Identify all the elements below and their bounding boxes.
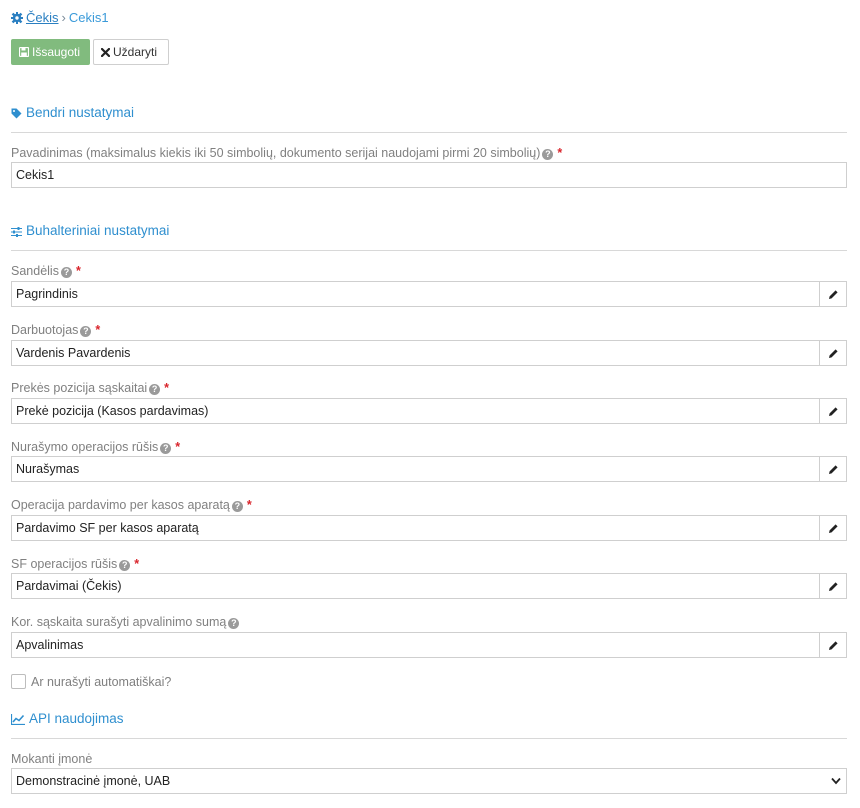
- employee-input[interactable]: Vardenis Pavardenis: [11, 340, 819, 366]
- auto-writeoff-label: Ar nurašyti automatiškai?: [31, 675, 172, 689]
- warehouse-edit-button[interactable]: [819, 281, 847, 307]
- section-accounting: Buhalteriniai nustatymai: [11, 222, 847, 251]
- pencil-icon: [829, 641, 838, 650]
- help-icon[interactable]: ?: [80, 326, 92, 337]
- warehouse-input[interactable]: Pagrindinis: [11, 281, 819, 307]
- writeoff-type-edit-button[interactable]: [819, 456, 847, 482]
- help-icon[interactable]: ?: [60, 267, 72, 278]
- sale-operation-edit-button[interactable]: [819, 515, 847, 541]
- invoice-type-edit-button[interactable]: [819, 573, 847, 599]
- required-mark: *: [134, 557, 140, 571]
- pencil-icon: [829, 407, 838, 416]
- warehouse-label: Sandėlis? *: [11, 264, 81, 278]
- sale-operation-input[interactable]: Pardavimo SF per kasos aparatą: [11, 515, 819, 541]
- employee-edit-button[interactable]: [819, 340, 847, 366]
- section-general: Bendri nustatymai: [11, 104, 847, 133]
- required-mark: *: [75, 264, 81, 278]
- save-icon: [18, 46, 30, 58]
- help-icon[interactable]: ?: [119, 560, 131, 571]
- pencil-icon: [829, 290, 838, 299]
- required-mark: *: [557, 146, 563, 160]
- item-position-label: Prekės pozicija sąskaitai? *: [11, 381, 170, 395]
- chart-line-icon: [10, 714, 25, 726]
- sale-operation-label: Operacija pardavimo per kasos aparatą? *: [11, 498, 252, 512]
- save-button[interactable]: Išsaugoti: [11, 39, 90, 65]
- close-button[interactable]: Uždaryti: [93, 39, 169, 65]
- tag-icon: [11, 108, 22, 119]
- chevron-down-icon: [831, 777, 841, 785]
- close-button-label: Uždaryti: [113, 45, 158, 59]
- help-icon[interactable]: ?: [160, 443, 172, 454]
- rounding-account-edit-button[interactable]: [819, 632, 847, 658]
- paying-company-label: Mokanti įmonė: [11, 752, 93, 766]
- sliders-icon: [11, 227, 22, 237]
- save-button-label: Išsaugoti: [32, 45, 81, 59]
- writeoff-type-input[interactable]: Nurašymas: [11, 456, 819, 482]
- invoice-type-input[interactable]: Pardavimai (Čekis): [11, 573, 819, 599]
- pencil-icon: [829, 524, 838, 533]
- employee-label: Darbuotojas? *: [11, 323, 101, 337]
- help-icon[interactable]: ?: [231, 501, 243, 512]
- pencil-icon: [829, 349, 838, 358]
- section-accounting-title: Buhalteriniai nustatymai: [26, 223, 170, 238]
- breadcrumb-root-link[interactable]: Čekis: [26, 10, 59, 25]
- required-mark: *: [95, 323, 101, 337]
- writeoff-type-label: Nurašymo operacijos rūšis? *: [11, 440, 181, 454]
- help-icon[interactable]: ?: [149, 384, 161, 395]
- paying-company-selected: Demonstracinė įmonė, UAB: [16, 774, 171, 788]
- item-position-edit-button[interactable]: [819, 398, 847, 424]
- paying-company-select[interactable]: Demonstracinė įmonė, UAB: [11, 768, 847, 794]
- section-general-title: Bendri nustatymai: [26, 105, 135, 120]
- auto-writeoff-row: Ar nurašyti automatiškai?: [11, 674, 171, 690]
- rounding-account-input[interactable]: Apvalinimas: [11, 632, 819, 658]
- pencil-icon: [829, 465, 838, 474]
- gear-icon: [11, 12, 23, 24]
- rounding-account-label: Kor. sąskaita surašyti apvalinimo sumą?: [11, 614, 240, 630]
- help-icon[interactable]: ?: [542, 149, 554, 160]
- required-mark: *: [246, 498, 252, 512]
- breadcrumb-current: Cekis1: [68, 10, 109, 25]
- auto-writeoff-checkbox[interactable]: [11, 674, 26, 689]
- close-icon: [100, 47, 111, 58]
- breadcrumb-separator: ›: [61, 10, 66, 25]
- required-mark: *: [175, 440, 181, 454]
- breadcrumb: Čekis › Cekis1: [11, 9, 109, 27]
- invoice-type-label: SF operacijos rūšis? *: [11, 557, 140, 571]
- name-label: Pavadinimas (maksimalus kiekis iki 50 si…: [11, 146, 563, 160]
- section-api: API naudojimas: [10, 710, 847, 739]
- help-icon[interactable]: ?: [228, 618, 240, 629]
- item-position-input[interactable]: Prekė pozicija (Kasos pardavimas): [11, 398, 819, 424]
- name-input[interactable]: Cekis1: [11, 162, 847, 188]
- pencil-icon: [829, 582, 838, 591]
- section-api-title: API naudojimas: [29, 711, 124, 726]
- required-mark: *: [164, 381, 170, 395]
